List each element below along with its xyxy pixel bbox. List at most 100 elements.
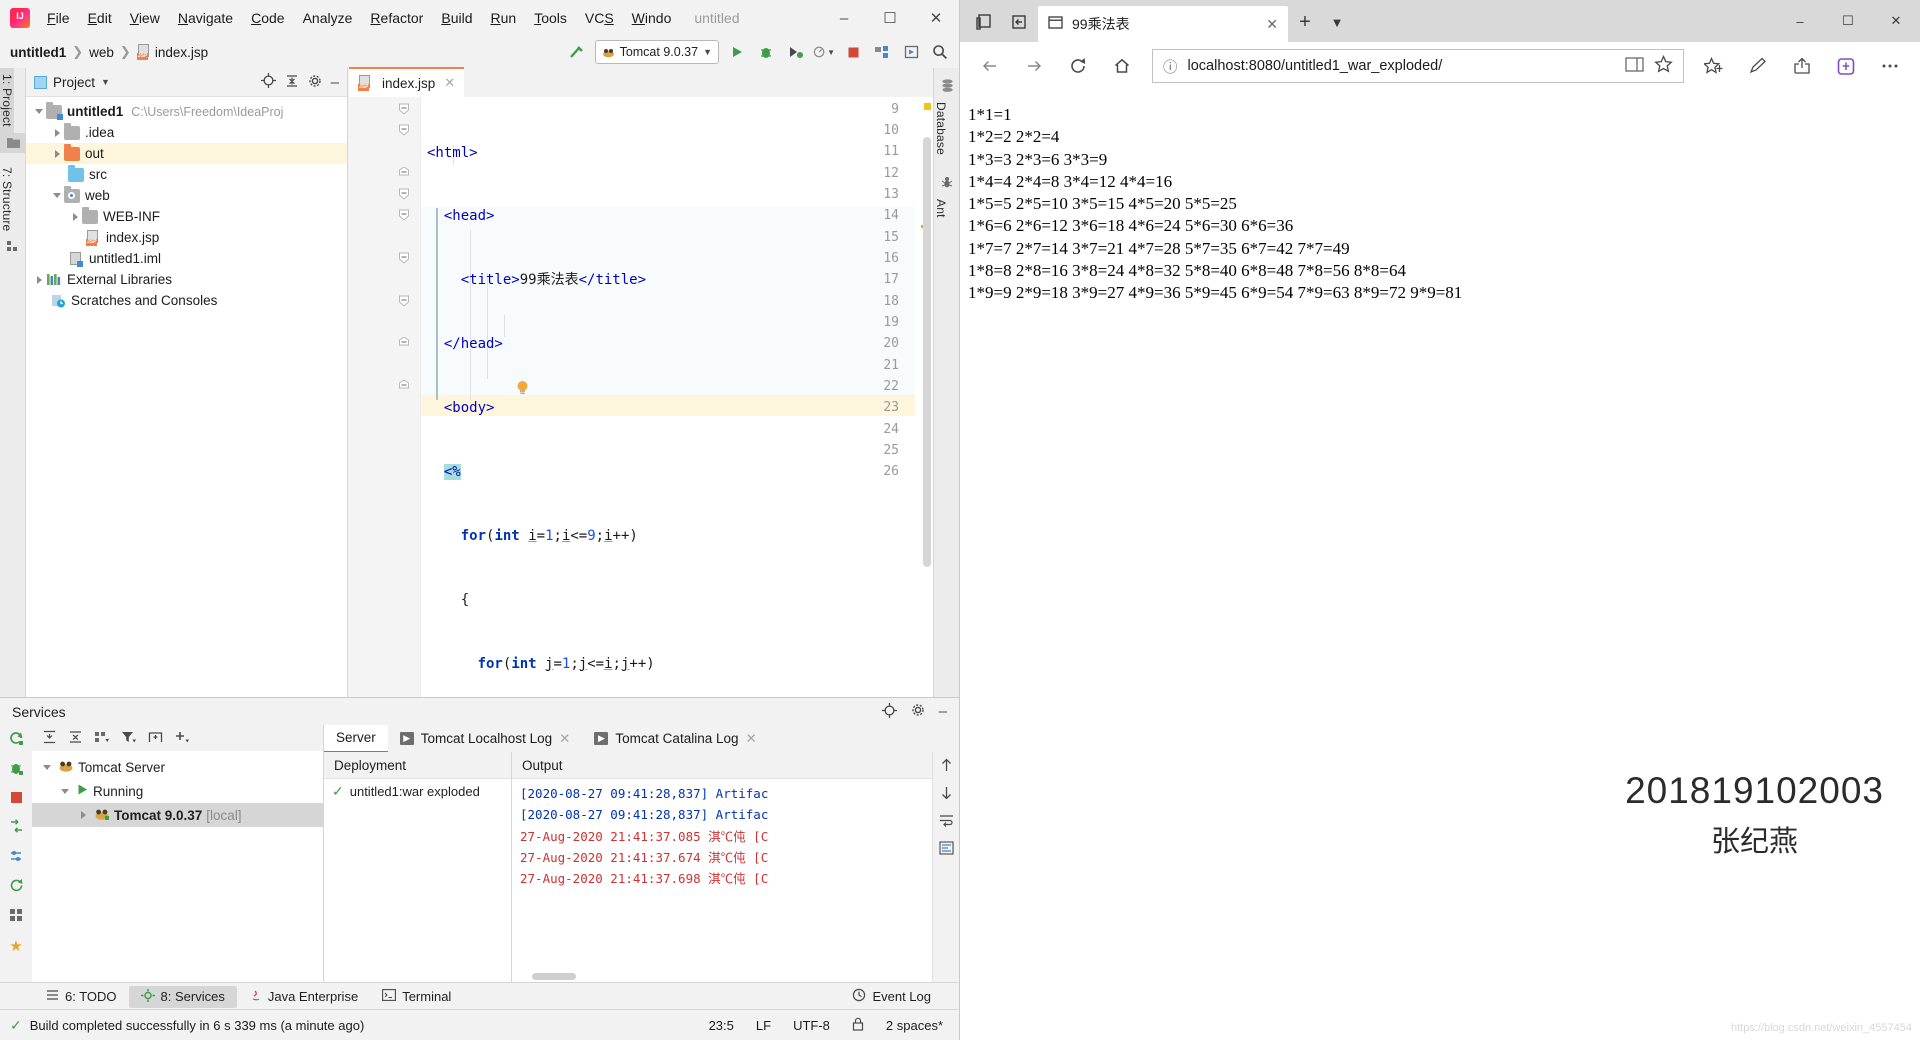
chevron-down-icon[interactable]: [50, 189, 64, 203]
scroll-to-end-icon[interactable]: [938, 841, 954, 858]
status-caret-position[interactable]: 23:5: [709, 1018, 734, 1033]
status-encoding[interactable]: UTF-8: [793, 1018, 830, 1033]
minimize-icon[interactable]: –: [821, 0, 867, 36]
tab-tomcat-localhost-log[interactable]: ▶ Tomcat Localhost Log ✕: [388, 726, 583, 752]
browser-tab[interactable]: 99乘法表 ✕: [1038, 6, 1288, 42]
tab-preview-icon[interactable]: [966, 4, 1002, 40]
output-lines[interactable]: [2020-08-27 09:41:28,837] Artifac [2020-…: [512, 779, 959, 889]
minimize-icon[interactable]: –: [1776, 0, 1824, 42]
forward-icon[interactable]: [1014, 48, 1054, 84]
grid-icon[interactable]: [9, 908, 23, 925]
refresh-icon[interactable]: [9, 878, 24, 896]
editor-vertical-scrollbar[interactable]: [923, 137, 931, 567]
reload-icon[interactable]: [1058, 48, 1098, 84]
chevron-right-icon[interactable]: [50, 126, 64, 140]
extension-icon[interactable]: [1826, 48, 1866, 84]
status-indent[interactable]: 2 spaces*: [886, 1018, 943, 1033]
close-icon[interactable]: ✕: [1872, 0, 1920, 42]
tree-row-iml[interactable]: untitled1.iml: [26, 248, 347, 269]
soft-wrap-icon[interactable]: [939, 814, 954, 830]
project-structure-icon[interactable]: [871, 41, 893, 63]
scroll-down-icon[interactable]: [940, 786, 953, 803]
strip-tab-terminal[interactable]: Terminal: [370, 986, 463, 1007]
intention-bulb-icon[interactable]: [516, 380, 529, 395]
add-tab-icon[interactable]: [148, 730, 163, 747]
close-icon[interactable]: ✕: [559, 731, 570, 747]
maximize-icon[interactable]: ☐: [867, 0, 913, 36]
menu-item-tools[interactable]: Tools: [525, 7, 576, 29]
build-hammer-icon[interactable]: [566, 41, 588, 63]
update-app-icon[interactable]: [9, 819, 24, 837]
hide-panel-icon[interactable]: –: [939, 703, 947, 720]
scroll-up-icon[interactable]: [940, 758, 953, 775]
tree-row-untitled1[interactable]: untitled1 C:\Users\Freedom\IdeaProj: [26, 101, 347, 122]
tree-row-web[interactable]: web: [26, 185, 347, 206]
address-bar[interactable]: ⓘ localhost:8080/untitled1_war_exploded/: [1152, 49, 1684, 83]
set-tabs-aside-icon[interactable]: [1002, 4, 1038, 40]
chevron-down-icon[interactable]: [32, 105, 46, 119]
stop-button[interactable]: [842, 41, 864, 63]
menu-item-view[interactable]: View: [121, 7, 169, 29]
menu-item-build[interactable]: Build: [432, 7, 481, 29]
chevron-down-icon[interactable]: [58, 784, 72, 798]
chevron-right-icon[interactable]: [50, 147, 64, 161]
home-icon[interactable]: [1102, 48, 1142, 84]
tree-row-webinf[interactable]: WEB-INF: [26, 206, 347, 227]
stop-icon[interactable]: [10, 791, 23, 807]
gear-icon[interactable]: [308, 74, 322, 91]
add-service-icon[interactable]: [174, 730, 190, 747]
collapse-all-icon[interactable]: [68, 730, 83, 747]
new-tab-button[interactable]: +: [1288, 4, 1322, 40]
tree-row-scratches[interactable]: Scratches and Consoles: [26, 290, 347, 311]
output-horizontal-scrollbar[interactable]: [532, 973, 576, 980]
strip-tab-services[interactable]: 8: Services: [128, 985, 237, 1008]
search-icon[interactable]: [929, 41, 951, 63]
gear-icon[interactable]: [911, 703, 925, 720]
menu-item-window[interactable]: Windo: [623, 7, 681, 29]
status-line-separator[interactable]: LF: [756, 1018, 771, 1033]
menu-item-run[interactable]: Run: [481, 7, 525, 29]
tab-server[interactable]: Server: [324, 724, 388, 753]
more-options-icon[interactable]: [1870, 48, 1910, 84]
info-icon[interactable]: ⓘ: [1163, 56, 1178, 77]
tree-row-idea[interactable]: .idea: [26, 122, 347, 143]
expand-all-icon[interactable]: [42, 730, 57, 747]
tree-row-external-libraries[interactable]: External Libraries: [26, 269, 347, 290]
run-button[interactable]: [726, 41, 748, 63]
run-with-coverage-button[interactable]: [784, 41, 806, 63]
profiler-button[interactable]: ▼: [813, 41, 835, 63]
back-icon[interactable]: [970, 48, 1010, 84]
menu-item-vcs[interactable]: VCS: [576, 7, 623, 29]
project-panel-title[interactable]: Project ▼: [34, 75, 110, 90]
services-row-running[interactable]: Running: [32, 779, 323, 803]
menu-item-file[interactable]: File: [38, 7, 79, 29]
locate-target-icon[interactable]: [881, 702, 897, 721]
deployment-item[interactable]: ✓ untitled1:war exploded: [324, 779, 511, 803]
services-row-tomcat-instance[interactable]: Tomcat 9.0.37 [local]: [32, 803, 323, 827]
breadcrumb-project[interactable]: untitled1: [10, 45, 66, 60]
chevron-right-icon[interactable]: [68, 210, 82, 224]
filter-icon[interactable]: [121, 730, 137, 747]
share-icon[interactable]: [1782, 48, 1822, 84]
menu-item-code[interactable]: Code: [242, 7, 293, 29]
hide-panel-icon[interactable]: –: [331, 74, 339, 91]
settings-icon[interactable]: [9, 849, 23, 866]
menu-item-analyze[interactable]: Analyze: [294, 7, 362, 29]
editor-tab-index-jsp[interactable]: JSP index.jsp ✕: [349, 67, 465, 97]
collapse-all-icon[interactable]: [285, 74, 299, 91]
analysis-marker-warning[interactable]: [924, 103, 931, 110]
group-by-icon[interactable]: [94, 730, 110, 747]
reading-view-icon[interactable]: [1625, 56, 1644, 77]
favorites-star-icon[interactable]: ★: [9, 937, 22, 955]
menu-item-edit[interactable]: Edit: [79, 7, 121, 29]
close-icon[interactable]: ✕: [444, 75, 455, 91]
debug-rerun-icon[interactable]: [9, 761, 24, 779]
menu-item-refactor[interactable]: Refactor: [361, 7, 432, 29]
rail-item-database[interactable]: Database: [934, 96, 948, 161]
menu-item-navigate[interactable]: Navigate: [169, 7, 242, 29]
services-row-tomcat-server[interactable]: Tomcat Server: [32, 755, 323, 779]
strip-tab-java-enterprise[interactable]: Java Enterprise: [237, 986, 370, 1008]
strip-tab-todo[interactable]: 6: TODO: [34, 986, 129, 1007]
run-configuration-selector[interactable]: Tomcat 9.0.37 ▼: [594, 40, 719, 64]
tree-row-indexjsp[interactable]: JSP index.jsp: [26, 227, 347, 248]
